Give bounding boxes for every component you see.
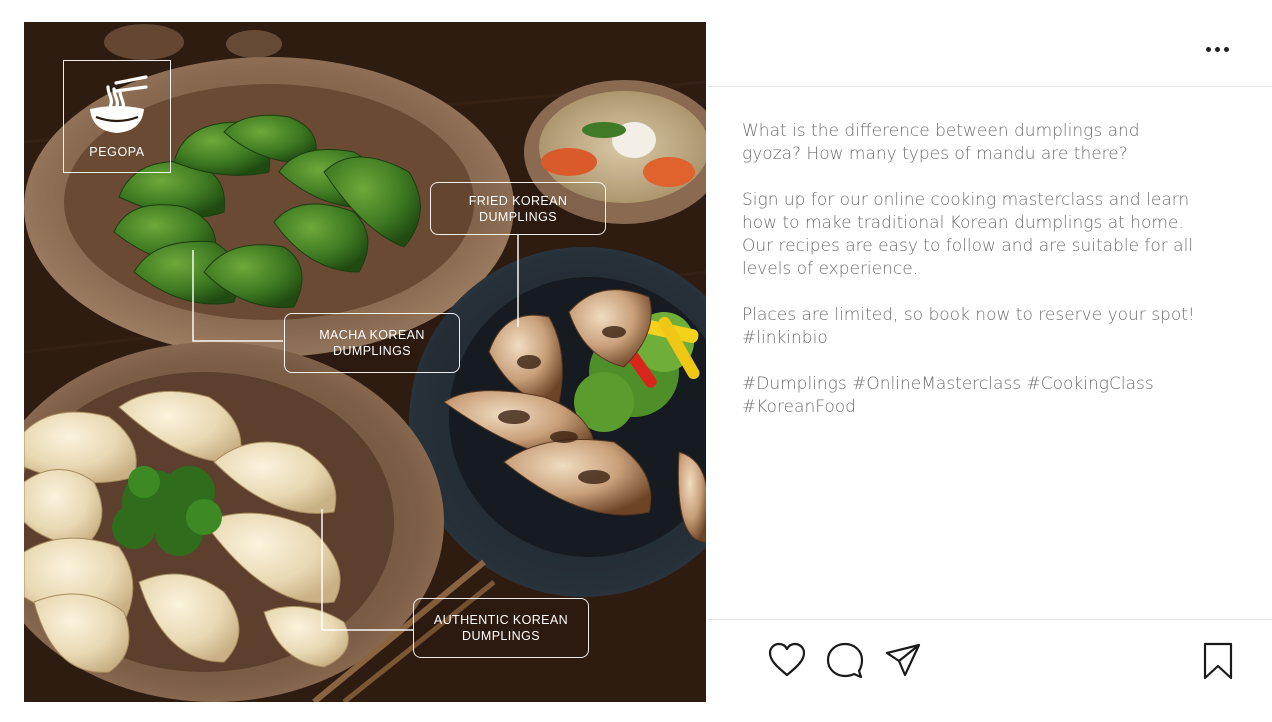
callout-fried-line1: FRIED KOREAN — [468, 193, 568, 208]
comment-button[interactable] — [826, 642, 864, 682]
like-button[interactable] — [768, 642, 806, 682]
callout-macha-line1: MACHA KOREAN — [319, 328, 425, 342]
caption-paragraph-3: Places are limited, so book now to reser… — [742, 305, 1195, 348]
post-caption: What is the difference between dumplings… — [742, 120, 1242, 442]
callout-macha-line2: DUMPLINGS — [333, 344, 411, 358]
header-divider — [708, 86, 1272, 87]
brand-logo: PEGOPA — [63, 60, 171, 173]
more-horizontal-icon-dot — [1214, 46, 1220, 52]
heart-icon — [768, 642, 806, 677]
callout-macha-dumplings: MACHA KOREAN DUMPLINGS — [284, 313, 460, 373]
brand-name: PEGOPA — [89, 145, 145, 159]
more-options-button[interactable] — [1200, 38, 1234, 60]
noodle-bowl-icon — [90, 75, 148, 133]
callout-authentic-line1: AUTHENTIC KOREAN — [433, 613, 569, 627]
caption-paragraph-2: Sign up for our online cooking mastercla… — [742, 190, 1194, 279]
comment-icon — [826, 642, 864, 679]
callout-fried-dumplings: FRIED KOREAN DUMPLINGS — [430, 182, 606, 235]
share-button[interactable] — [885, 643, 921, 681]
caption-hashtags: #Dumplings #OnlineMasterclass #CookingCl… — [742, 374, 1154, 417]
callout-fried-line2: DUMPLINGS — [479, 209, 557, 224]
send-icon — [885, 643, 921, 677]
actions-divider — [708, 619, 1272, 620]
bookmark-icon — [1203, 642, 1233, 680]
caption-paragraph-1: What is the difference between dumplings… — [742, 121, 1140, 164]
more-horizontal-icon — [1205, 46, 1211, 52]
callout-authentic-dumplings: AUTHENTIC KOREAN DUMPLINGS — [413, 598, 589, 658]
callout-authentic-line2: DUMPLINGS — [462, 629, 540, 643]
more-horizontal-icon-dot — [1223, 46, 1229, 52]
save-button[interactable] — [1202, 642, 1234, 684]
post-image: PEGOPA FRIED KOREAN DUMPLINGS MACHA KORE… — [24, 22, 706, 702]
